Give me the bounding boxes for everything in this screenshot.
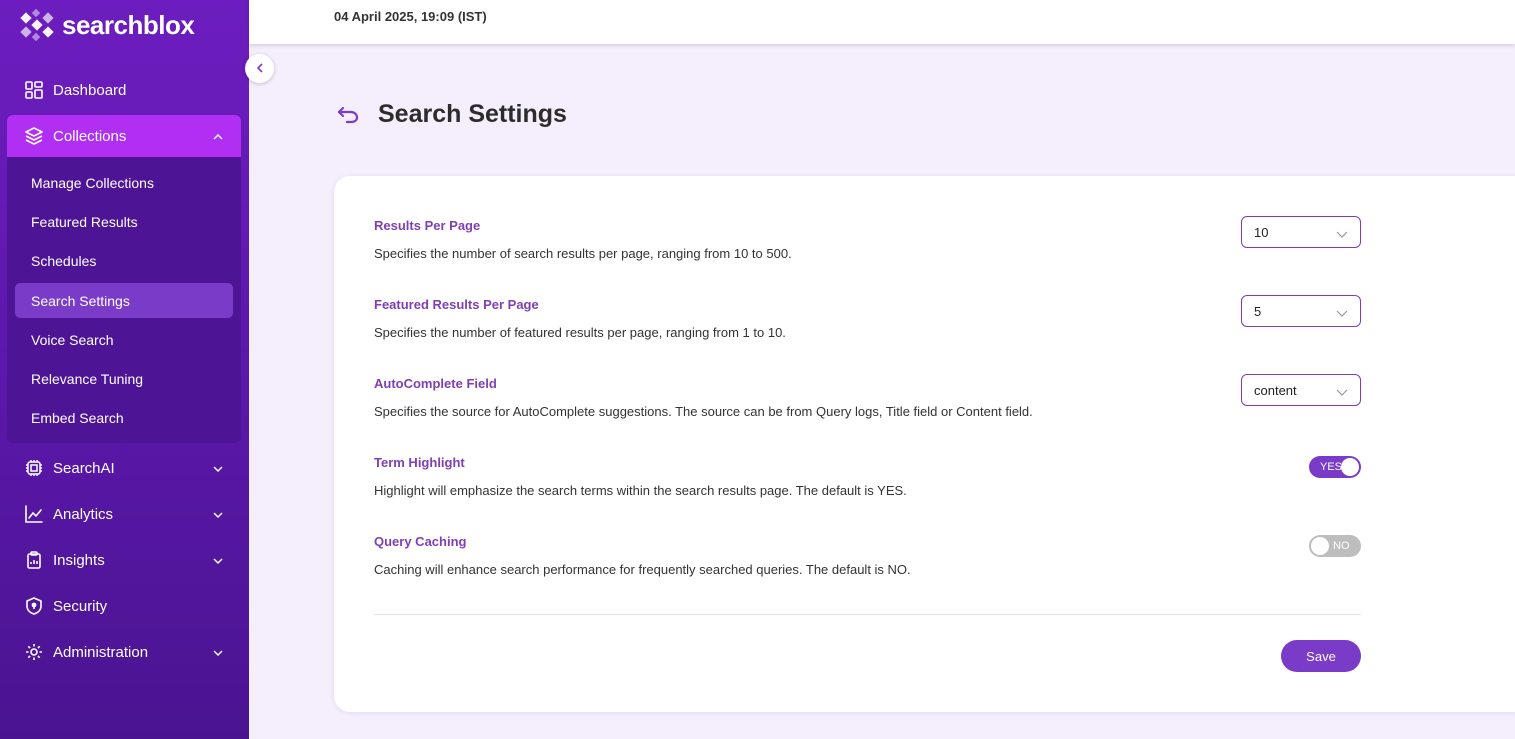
brand-logo[interactable]: searchblox [18, 6, 195, 44]
chevron-left-icon [255, 60, 265, 78]
select-value: content [1254, 382, 1297, 398]
setting-label: Featured Results Per Page [374, 297, 539, 312]
brand-name: searchblox [62, 9, 195, 40]
toggle-knob [1311, 537, 1329, 555]
dashboard-icon [24, 80, 44, 100]
setting-description: Specifies the source for AutoComplete su… [374, 404, 1033, 419]
chip-icon [24, 458, 44, 478]
chevron-down-icon [1336, 227, 1348, 238]
setting-label: Term Highlight [374, 455, 465, 470]
submenu-item-manage-collections[interactable]: Manage Collections [15, 165, 233, 200]
chevron-up-icon [213, 129, 223, 140]
page-title: Search Settings [378, 100, 567, 128]
sidebar-item-searchai[interactable]: SearchAI [7, 447, 241, 489]
collections-submenu: Manage Collections Featured Results Sche… [7, 157, 241, 443]
submenu-item-relevance-tuning[interactable]: Relevance Tuning [15, 361, 233, 396]
chevron-down-icon [213, 645, 223, 657]
page-heading: Search Settings [336, 100, 567, 129]
sidebar-item-administration[interactable]: Administration [7, 631, 241, 673]
sidebar-item-insights[interactable]: Insights [7, 539, 241, 581]
setting-label: Results Per Page [374, 218, 481, 233]
chevron-down-icon [1336, 306, 1348, 317]
sidebar-item-dashboard[interactable]: Dashboard [7, 69, 241, 111]
chevron-down-icon [213, 553, 223, 565]
autocomplete-field-select[interactable]: content [1241, 374, 1361, 406]
toggle-state: YES [1320, 461, 1343, 473]
save-button[interactable]: Save [1281, 640, 1361, 672]
sidebar-item-label: Security [53, 597, 108, 615]
timestamp: 04 April 2025, 19:09 (IST) [334, 9, 487, 24]
collapse-sidebar-button[interactable] [245, 54, 274, 83]
search-settings-card: Results Per Page Specifies the number of… [334, 176, 1515, 712]
sidebar-item-collections[interactable]: Collections [7, 115, 241, 157]
submenu-item-schedules[interactable]: Schedules [15, 243, 233, 278]
setting-featured-results-per-page: Featured Results Per Page Specifies the … [374, 297, 1364, 340]
toggle-state: NO [1333, 540, 1350, 552]
featured-results-select[interactable]: 5 [1241, 295, 1361, 327]
setting-autocomplete-field: AutoComplete Field Specifies the source … [374, 376, 1364, 419]
submenu-item-search-settings[interactable]: Search Settings [15, 283, 233, 318]
setting-label: Query Caching [374, 534, 467, 549]
gear-icon [24, 642, 44, 662]
sidebar-item-label: Insights [53, 551, 105, 569]
chart-icon [24, 504, 44, 524]
query-caching-toggle[interactable]: NO [1309, 535, 1361, 557]
setting-description: Specifies the number of featured results… [374, 325, 786, 340]
select-value: 5 [1254, 303, 1262, 319]
back-arrow-icon[interactable] [336, 103, 360, 127]
top-bar: 04 April 2025, 19:09 (IST) [249, 0, 1515, 44]
submenu-item-voice-search[interactable]: Voice Search [15, 322, 233, 357]
searchblox-logo-icon [18, 6, 56, 44]
sidebar-item-label: Dashboard [53, 81, 127, 99]
layers-icon [24, 126, 44, 146]
setting-label: AutoComplete Field [374, 376, 497, 391]
sidebar-item-label: Analytics [53, 505, 114, 523]
setting-description: Caching will enhance search performance … [374, 562, 911, 577]
clipboard-icon [24, 550, 44, 570]
results-per-page-select[interactable]: 10 [1241, 216, 1361, 248]
sidebar-item-label: Administration [53, 643, 149, 661]
setting-description: Specifies the number of search results p… [374, 246, 792, 261]
sidebar-item-security[interactable]: Security [7, 585, 241, 627]
sidebar-item-analytics[interactable]: Analytics [7, 493, 241, 535]
chevron-down-icon [1336, 385, 1348, 396]
term-highlight-toggle[interactable]: YES [1309, 456, 1361, 478]
sidebar: searchblox Dashboard Collections Manage … [0, 0, 249, 739]
submenu-item-featured-results[interactable]: Featured Results [15, 204, 233, 239]
toggle-knob [1341, 458, 1359, 476]
divider [374, 614, 1361, 615]
setting-query-caching: Query Caching Caching will enhance searc… [374, 534, 1364, 577]
setting-description: Highlight will emphasize the search term… [374, 483, 907, 498]
chevron-down-icon [213, 507, 223, 519]
setting-results-per-page: Results Per Page Specifies the number of… [374, 218, 1364, 261]
shield-icon [24, 596, 44, 616]
select-value: 10 [1254, 224, 1269, 240]
chevron-down-icon [213, 461, 223, 473]
sidebar-item-label: Collections [53, 127, 127, 145]
setting-term-highlight: Term Highlight Highlight will emphasize … [374, 455, 1364, 498]
submenu-item-embed-search[interactable]: Embed Search [15, 400, 233, 435]
sidebar-item-label: SearchAI [53, 459, 115, 477]
